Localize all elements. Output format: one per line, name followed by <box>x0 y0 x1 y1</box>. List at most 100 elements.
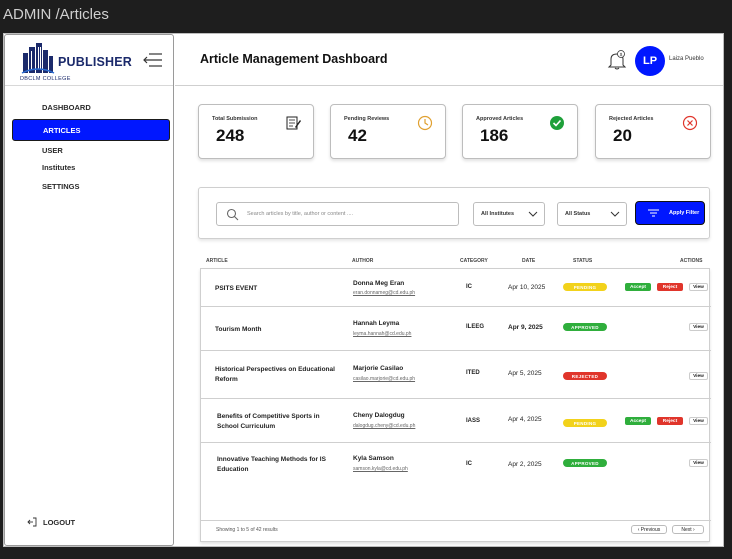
filter-icon <box>648 209 659 217</box>
article-title[interactable]: Benefits of Competitive Sports in School… <box>217 412 337 432</box>
stat-card-total-submission: Total Submission 248 <box>198 104 314 159</box>
page-title: Article Management Dashboard <box>200 52 388 66</box>
status-select-value: All Status <box>565 211 591 217</box>
view-button[interactable]: View <box>689 372 708 380</box>
status-badge: PENDING <box>563 283 607 291</box>
column-header-date[interactable]: DATE <box>522 258 535 264</box>
stat-label: Approved Articles <box>476 116 524 122</box>
apply-filter-label: Apply Filter <box>669 210 700 216</box>
apply-filter-button[interactable]: Apply Filter <box>635 201 705 225</box>
institute-select-value: All Institutes <box>481 211 515 217</box>
column-header-category[interactable]: CATEGORY <box>460 258 488 264</box>
results-info: Showing 1 to 5 of 42 results <box>216 527 278 533</box>
articles-table: PSITS EVENT Donna Meg Eran eran.donnameg… <box>200 268 711 542</box>
article-title[interactable]: Tourism Month <box>215 325 335 335</box>
author-name: Cheny Dalogdug <box>353 412 405 419</box>
date: Apr 2, 2025 <box>508 461 542 468</box>
brand-logo[interactable]: PUBLISHER DBCLM COLLEGE <box>20 41 133 85</box>
institute-select[interactable]: All Institutes <box>473 202 545 226</box>
sidebar-item-articles[interactable]: ARTICLES <box>12 119 170 141</box>
search-icon <box>226 208 239 221</box>
author-email[interactable]: dalogdug.cheny@cd.edu.ph <box>353 423 415 429</box>
search-placeholder: Search articles by title, author or cont… <box>247 211 354 217</box>
stat-card-approved-articles: Approved Articles 186 <box>462 104 578 159</box>
stat-value: 248 <box>216 126 245 145</box>
stat-card-pending-reviews: Pending Reviews 42 <box>330 104 446 159</box>
view-button[interactable]: View <box>689 459 708 467</box>
author-email[interactable]: samson.kyla@cd.edu.ph <box>353 466 408 472</box>
author-email[interactable]: casilao.marjorie@cd.edu.ph <box>353 376 415 382</box>
notification-bell-icon[interactable]: $ <box>607 49 627 71</box>
table-row: PSITS EVENT Donna Meg Eran eran.donnameg… <box>201 269 711 307</box>
status-badge: APPROVED <box>563 459 607 467</box>
accept-button[interactable]: Accept <box>625 283 651 291</box>
article-title[interactable]: Innovative Teaching Methods for IS Educa… <box>217 455 337 475</box>
stat-label: Total Submission <box>212 116 258 122</box>
stat-value: 186 <box>480 126 509 145</box>
chevron-down-icon <box>610 211 620 217</box>
chevron-down-icon <box>528 211 538 217</box>
category: ILEEG <box>466 324 485 330</box>
next-page-button[interactable]: Next › <box>672 525 704 534</box>
x-circle-icon <box>682 115 698 131</box>
table-row: Tourism Month Hannah Leyma leyma.hannah@… <box>201 307 711 351</box>
article-title[interactable]: Historical Perspectives on Educational R… <box>215 365 335 385</box>
date: Apr 9, 2025 <box>508 324 543 331</box>
author-name: Marjorie Casilao <box>353 365 404 372</box>
sidebar-nav: DASHBOARD ARTICLES USER Institutes SETTI… <box>12 97 170 197</box>
menu-toggle-icon[interactable] <box>143 52 163 68</box>
table-header: ARTICLE AUTHOR CATEGORY DATE STATUS ACTI… <box>204 258 709 268</box>
search-input[interactable]: Search articles by title, author or cont… <box>216 202 459 226</box>
reject-button[interactable]: Reject <box>657 283 683 291</box>
sidebar-item-user[interactable]: USER <box>12 142 170 159</box>
view-button[interactable]: View <box>689 283 708 291</box>
view-button[interactable]: View <box>689 323 708 331</box>
divider <box>5 85 173 86</box>
stat-card-rejected-articles: Rejected Articles 20 <box>595 104 711 159</box>
author-name: Kyla Samson <box>353 455 394 462</box>
user-name[interactable]: Laiza Pueblo <box>669 56 704 62</box>
accept-button[interactable]: Accept <box>625 417 651 425</box>
clock-icon <box>417 115 433 131</box>
sidebar-item-settings[interactable]: SETTINGS <box>12 176 170 197</box>
sidebar-item-institutes[interactable]: Institutes <box>12 159 170 176</box>
status-badge: APPROVED <box>563 323 607 331</box>
date: Apr 5, 2025 <box>508 370 542 377</box>
column-header-article[interactable]: ARTICLE <box>206 258 228 264</box>
status-select[interactable]: All Status <box>557 202 627 226</box>
author-email[interactable]: eran.donnameg@cd.edu.ph <box>353 290 415 296</box>
check-circle-icon <box>550 116 564 130</box>
brand-name: PUBLISHER <box>58 55 133 69</box>
table-row: Historical Perspectives on Educational R… <box>201 351 711 399</box>
column-header-author[interactable]: AUTHOR <box>352 258 373 264</box>
category: IASS <box>466 418 481 424</box>
filter-bar: Search articles by title, author or cont… <box>198 187 710 239</box>
author-email[interactable]: leyma.hannah@cd.edu.ph <box>353 331 411 337</box>
category: IC <box>466 284 472 290</box>
column-header-actions: ACTIONS <box>680 258 703 264</box>
category: ITED <box>466 370 480 376</box>
sidebar-item-dashboard[interactable]: DASHBOARD <box>12 97 170 118</box>
avatar[interactable]: LP <box>635 46 665 76</box>
logout-label: LOGOUT <box>43 517 76 527</box>
window-title: ADMIN /Articles <box>3 6 109 23</box>
table-row: Innovative Teaching Methods for IS Educa… <box>201 443 711 521</box>
column-header-status[interactable]: STATUS <box>573 258 592 264</box>
previous-page-button[interactable]: ‹ Previous <box>631 525 667 534</box>
sidebar: PUBLISHER DBCLM COLLEGE DASHBOARD ARTICL… <box>4 34 174 546</box>
date: Apr 4, 2025 <box>508 416 542 423</box>
document-edit-icon <box>286 116 301 130</box>
table-row: Benefits of Competitive Sports in School… <box>201 399 711 443</box>
logout-icon <box>27 517 37 527</box>
date: Apr 10, 2025 <box>508 284 546 291</box>
view-button[interactable]: View <box>689 417 708 425</box>
stat-label: Pending Reviews <box>344 116 390 122</box>
reject-button[interactable]: Reject <box>657 417 683 425</box>
stat-label: Rejected Articles <box>609 116 654 122</box>
logout-button[interactable]: LOGOUT <box>27 517 75 527</box>
author-name: Hannah Leyma <box>353 320 400 327</box>
stat-value: 20 <box>613 126 632 145</box>
app-window: PUBLISHER DBCLM COLLEGE DASHBOARD ARTICL… <box>3 33 724 547</box>
author-name: Donna Meg Eran <box>353 280 405 287</box>
article-title[interactable]: PSITS EVENT <box>215 284 335 294</box>
